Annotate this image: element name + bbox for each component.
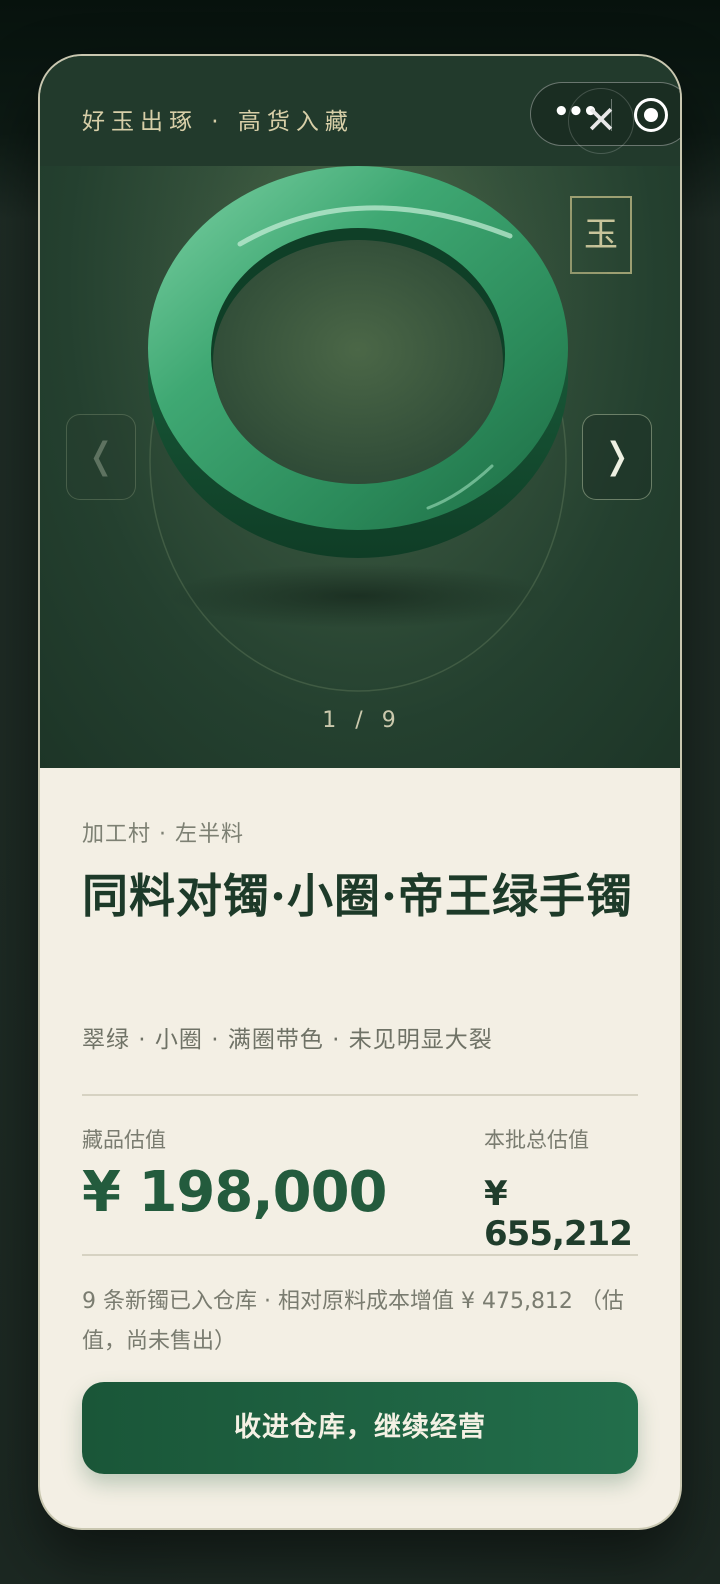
divider: [82, 1254, 638, 1256]
image-pager: 1 / 9: [322, 708, 402, 733]
exit-miniprogram-icon[interactable]: [634, 98, 668, 132]
bangle-hole: [213, 240, 503, 484]
chevron-left-icon: ❬: [85, 436, 117, 477]
item-origin: 加工村 · 左半料: [82, 822, 244, 847]
next-image-button[interactable]: ❭: [582, 414, 652, 500]
store-in-warehouse-button[interactable]: 收进仓库，继续经营: [82, 1382, 638, 1474]
result-card: 好玉出琢 · 高货入藏 ••• ✕ 玉 ❬ ❭ 1 / 9 加工村 · 左半料 …: [38, 54, 682, 1530]
chevron-right-icon: ❭: [601, 436, 633, 477]
batch-valuation-label: 本批总估值: [484, 1128, 589, 1152]
item-valuation-value: ¥ 198,000: [82, 1160, 388, 1225]
batch-valuation-value: ¥ 655,212: [484, 1174, 633, 1254]
item-attributes: 翠绿 · 小圈 · 满圈带色 · 未见明显大裂: [82, 1027, 493, 1053]
divider: [82, 1094, 638, 1096]
hero-panel: 好玉出琢 · 高货入藏 ••• ✕ 玉 ❬ ❭ 1 / 9: [40, 56, 680, 768]
item-valuation-label: 藏品估值: [82, 1128, 166, 1152]
item-title: 同料对镯·小圈·帝王绿手镯: [82, 869, 634, 923]
warehouse-note: 9 条新镯已入仓库 · 相对原料成本增值 ¥ 475,812 （估值，尚未售出）: [82, 1289, 624, 1354]
close-icon[interactable]: ✕: [568, 88, 634, 154]
bangle-shadow: [168, 564, 548, 628]
prev-image-button[interactable]: ❬: [66, 414, 136, 500]
tagline: 好玉出琢 · 高货入藏: [82, 109, 354, 135]
